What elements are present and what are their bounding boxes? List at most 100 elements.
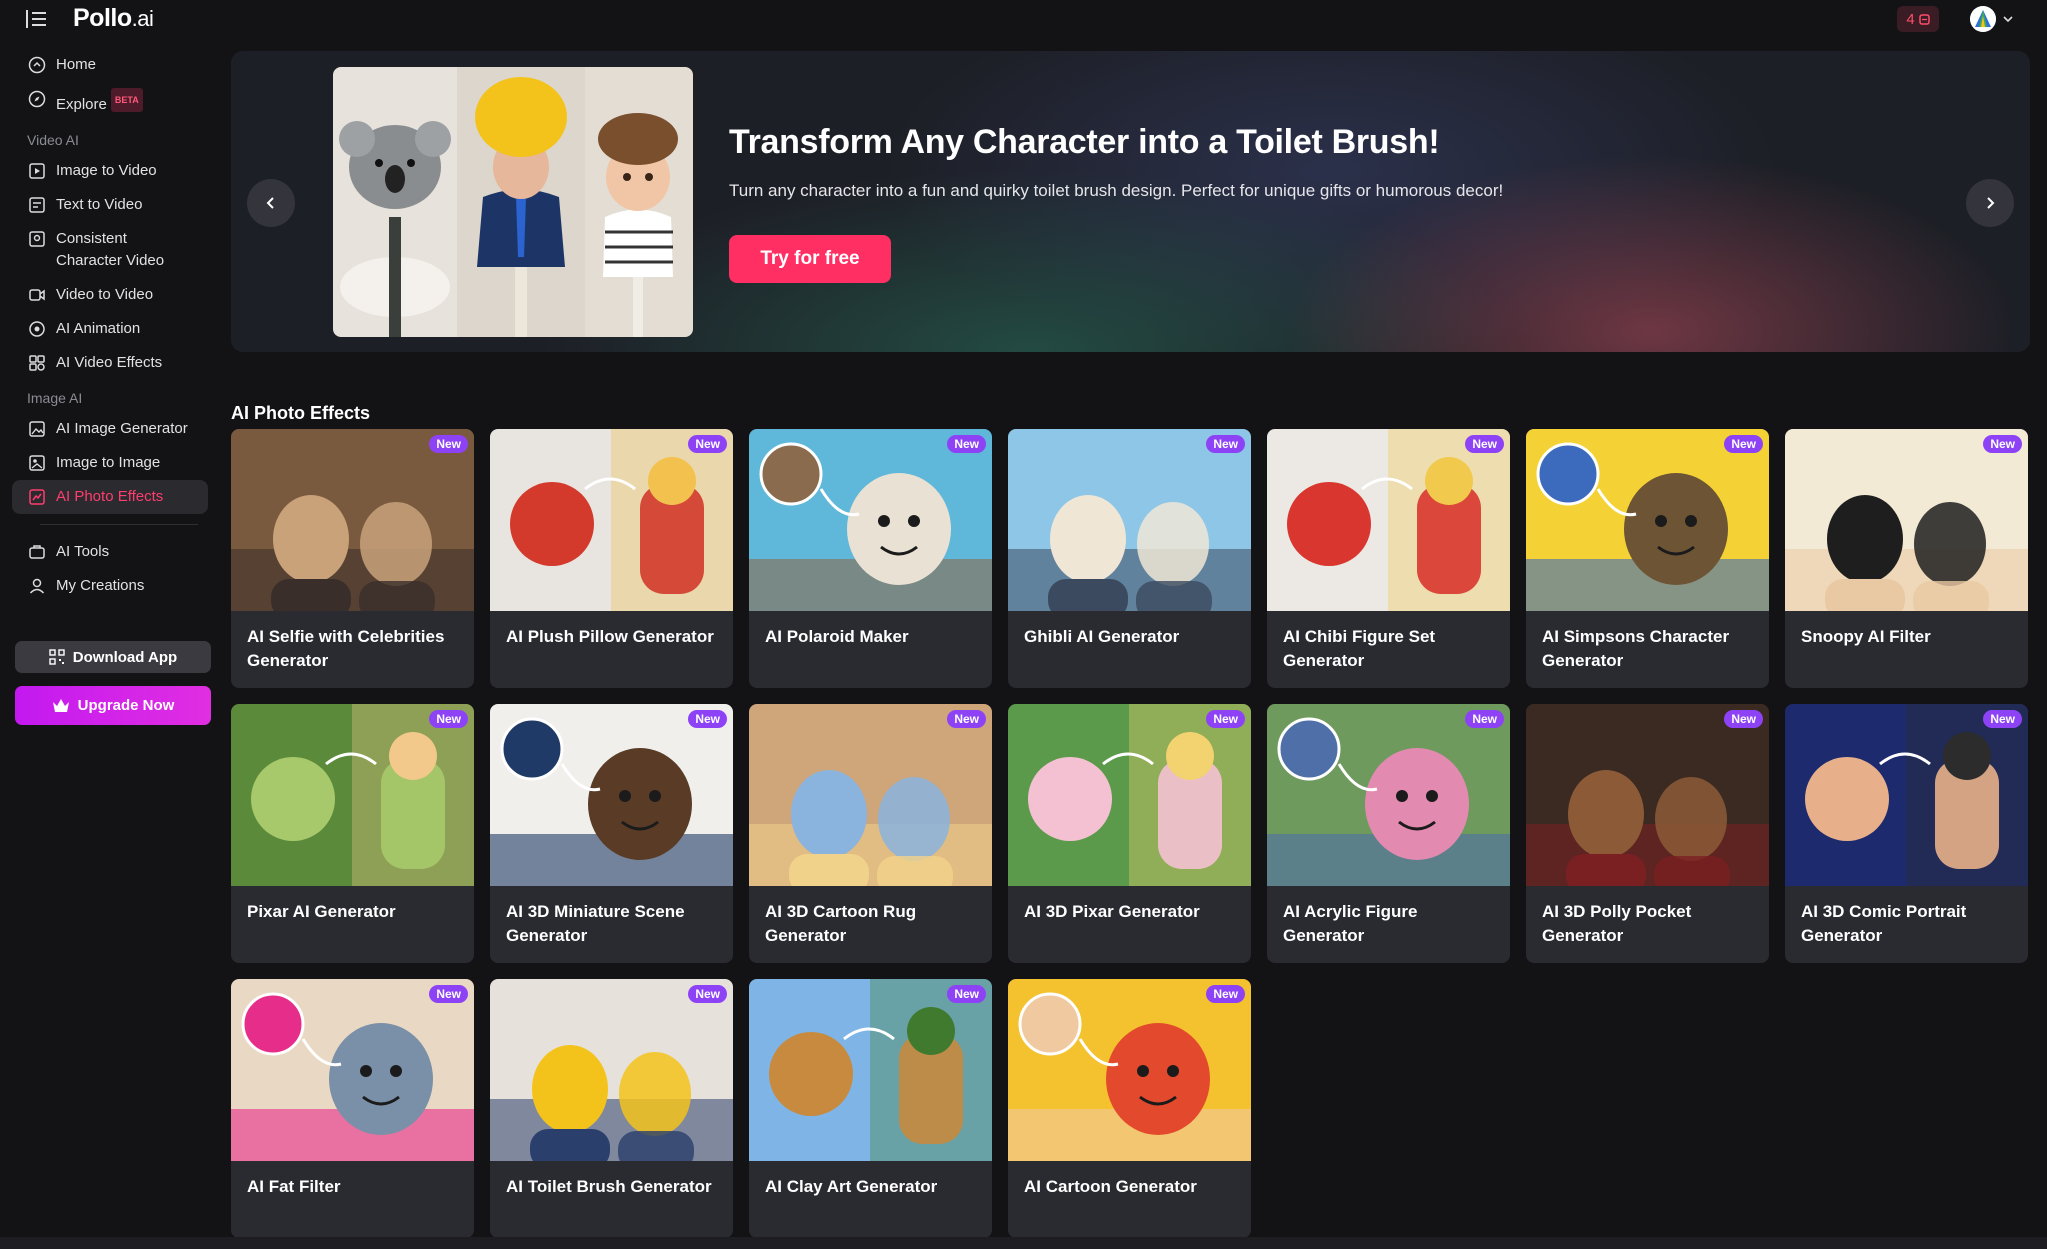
sidebar-item-label: AI Animation bbox=[56, 320, 141, 337]
effect-card[interactable]: New AI Chibi Figure Set Generator bbox=[1267, 429, 1510, 688]
sidebar-item-image-to-video[interactable]: Image to Video bbox=[12, 154, 208, 188]
effect-thumbnail: New bbox=[231, 704, 474, 886]
sidebar: Home Explore BETA Video AI Image to Video Tex… bbox=[0, 48, 220, 603]
effect-card-title: Snoopy AI Filter bbox=[1801, 627, 1931, 646]
sidebar-item-label: Video to Video bbox=[56, 286, 154, 303]
sidebar-item-text-to-video[interactable]: Text to Video bbox=[12, 188, 208, 222]
effect-card[interactable]: New AI Simpsons Character Generator bbox=[1526, 429, 1769, 688]
sidebar-item-ai-image-generator[interactable]: AI Image Generator bbox=[12, 412, 208, 446]
upgrade-button[interactable]: Upgrade Now bbox=[15, 686, 211, 725]
sidebar-item-my-creations[interactable]: My Creations bbox=[12, 569, 208, 603]
text-video-icon bbox=[29, 197, 45, 213]
compass-icon bbox=[28, 90, 46, 108]
sidebar-item-consistent-character-video[interactable]: Consistent Character Video bbox=[12, 222, 208, 278]
effect-card[interactable]: New Snoopy AI Filter bbox=[1785, 429, 2028, 688]
effect-card[interactable]: New AI Cartoon Generator bbox=[1008, 979, 1251, 1238]
effects-grid: New AI Selfie with Celebrities Generator N… bbox=[231, 429, 2031, 1238]
new-badge: New bbox=[1206, 710, 1245, 728]
effect-card-title: AI 3D Miniature Scene Generator bbox=[506, 902, 685, 945]
character-video-icon bbox=[29, 231, 45, 247]
effect-thumbnail: New bbox=[231, 429, 474, 611]
image-image-icon bbox=[29, 455, 45, 471]
sidebar-item-video-to-video[interactable]: Video to Video bbox=[12, 278, 208, 312]
effect-card-title: AI Simpsons Character Generator bbox=[1542, 627, 1730, 670]
chevron-right-icon bbox=[1987, 197, 1995, 209]
effect-card-title: AI 3D Comic Portrait Generator bbox=[1801, 902, 1967, 945]
section-label: Video AI bbox=[27, 132, 79, 148]
tools-icon bbox=[29, 545, 45, 559]
effect-card[interactable]: New Ghibli AI Generator bbox=[1008, 429, 1251, 688]
effect-thumbnail: New bbox=[749, 429, 992, 611]
home-icon bbox=[28, 56, 46, 74]
effect-card[interactable]: New AI Clay Art Generator bbox=[749, 979, 992, 1238]
carousel-next-button[interactable] bbox=[1966, 179, 2014, 227]
effect-thumbnail: New bbox=[1785, 704, 2028, 886]
sidebar-item-ai-video-effects[interactable]: AI Video Effects bbox=[12, 346, 208, 380]
crown-icon bbox=[52, 699, 69, 712]
effect-card-title: AI Selfie with Celebrities Generator bbox=[247, 627, 445, 670]
sidebar-item-label: Consistent Character Video bbox=[56, 230, 165, 269]
effect-thumbnail: New bbox=[1267, 429, 1510, 611]
effect-card[interactable]: New AI Polaroid Maker bbox=[749, 429, 992, 688]
effect-card[interactable]: New AI 3D Miniature Scene Generator bbox=[490, 704, 733, 963]
effect-card-title: AI Plush Pillow Generator bbox=[506, 627, 714, 646]
effect-card-title: AI Clay Art Generator bbox=[765, 1177, 938, 1196]
animation-icon bbox=[29, 321, 45, 337]
new-badge: New bbox=[429, 710, 468, 728]
effect-thumbnail: New bbox=[1526, 429, 1769, 611]
effect-card[interactable]: New AI 3D Comic Portrait Generator bbox=[1785, 704, 2028, 963]
sidebar-item-label: AI Image Generator bbox=[56, 420, 188, 437]
credits-badge[interactable]: 4 bbox=[1897, 6, 1939, 32]
effect-card[interactable]: New AI Toilet Brush Generator bbox=[490, 979, 733, 1238]
account-menu[interactable] bbox=[1970, 6, 2014, 32]
effect-card-title: AI Toilet Brush Generator bbox=[506, 1177, 712, 1196]
image-video-icon bbox=[29, 163, 45, 179]
effect-card-title: AI Cartoon Generator bbox=[1024, 1177, 1197, 1196]
sidebar-item-ai-photo-effects[interactable]: AI Photo Effects bbox=[12, 480, 208, 514]
qr-code-icon bbox=[49, 649, 65, 665]
carousel-prev-button[interactable] bbox=[247, 179, 295, 227]
effect-thumbnail: New bbox=[1008, 979, 1251, 1161]
sidebar-item-ai-tools[interactable]: AI Tools bbox=[12, 535, 208, 569]
effect-card-title: AI 3D Cartoon Rug Generator bbox=[765, 902, 917, 945]
effect-card[interactable]: New Pixar AI Generator bbox=[231, 704, 474, 963]
new-badge: New bbox=[1724, 435, 1763, 453]
effect-thumbnail: New bbox=[231, 979, 474, 1161]
credits-count: 4 bbox=[1906, 10, 1915, 28]
sidebar-item-label: AI Video Effects bbox=[56, 354, 163, 371]
sidebar-item-explore[interactable]: Explore BETA bbox=[12, 82, 208, 122]
new-badge: New bbox=[429, 435, 468, 453]
effect-thumbnail: New bbox=[490, 429, 733, 611]
photo-effects-icon bbox=[29, 489, 45, 505]
effect-card-title: Ghibli AI Generator bbox=[1024, 627, 1180, 646]
logo[interactable]: Pollo.ai bbox=[73, 4, 154, 33]
coin-icon bbox=[1918, 13, 1930, 25]
try-for-free-button[interactable]: Try for free bbox=[729, 235, 891, 283]
download-app-label: Download App bbox=[72, 648, 178, 666]
effect-thumbnail: New bbox=[1785, 429, 2028, 611]
new-badge: New bbox=[947, 985, 986, 1003]
sidebar-item-label: Explore BETA bbox=[56, 88, 143, 116]
effect-card[interactable]: New AI Fat Filter bbox=[231, 979, 474, 1238]
sidebar-item-label: Image to Video bbox=[56, 162, 157, 179]
image-gen-icon bbox=[29, 421, 45, 437]
effect-thumbnail: New bbox=[490, 979, 733, 1161]
sidebar-item-ai-animation[interactable]: AI Animation bbox=[12, 312, 208, 346]
effect-card[interactable]: New AI Plush Pillow Generator bbox=[490, 429, 733, 688]
effect-card[interactable]: New AI 3D Polly Pocket Generator bbox=[1526, 704, 1769, 963]
download-app-button[interactable]: Download App bbox=[15, 641, 211, 673]
sidebar-item-home[interactable]: Home bbox=[12, 48, 208, 82]
new-badge: New bbox=[688, 710, 727, 728]
effect-card[interactable]: New AI 3D Cartoon Rug Generator bbox=[749, 704, 992, 963]
effect-card[interactable]: New AI 3D Pixar Generator bbox=[1008, 704, 1251, 963]
bottom-scrollbar[interactable] bbox=[0, 1237, 2047, 1249]
effect-thumbnail: New bbox=[749, 704, 992, 886]
sidebar-item-image-to-image[interactable]: Image to Image bbox=[12, 446, 208, 480]
menu-icon[interactable] bbox=[26, 9, 48, 29]
sidebar-item-label: Image to Image bbox=[56, 454, 161, 471]
sidebar-item-label: Text to Video bbox=[56, 196, 143, 213]
hero-image bbox=[333, 67, 693, 337]
effect-card[interactable]: New AI Selfie with Celebrities Generator bbox=[231, 429, 474, 688]
effect-card[interactable]: New AI Acrylic Figure Generator bbox=[1267, 704, 1510, 963]
new-badge: New bbox=[429, 985, 468, 1003]
